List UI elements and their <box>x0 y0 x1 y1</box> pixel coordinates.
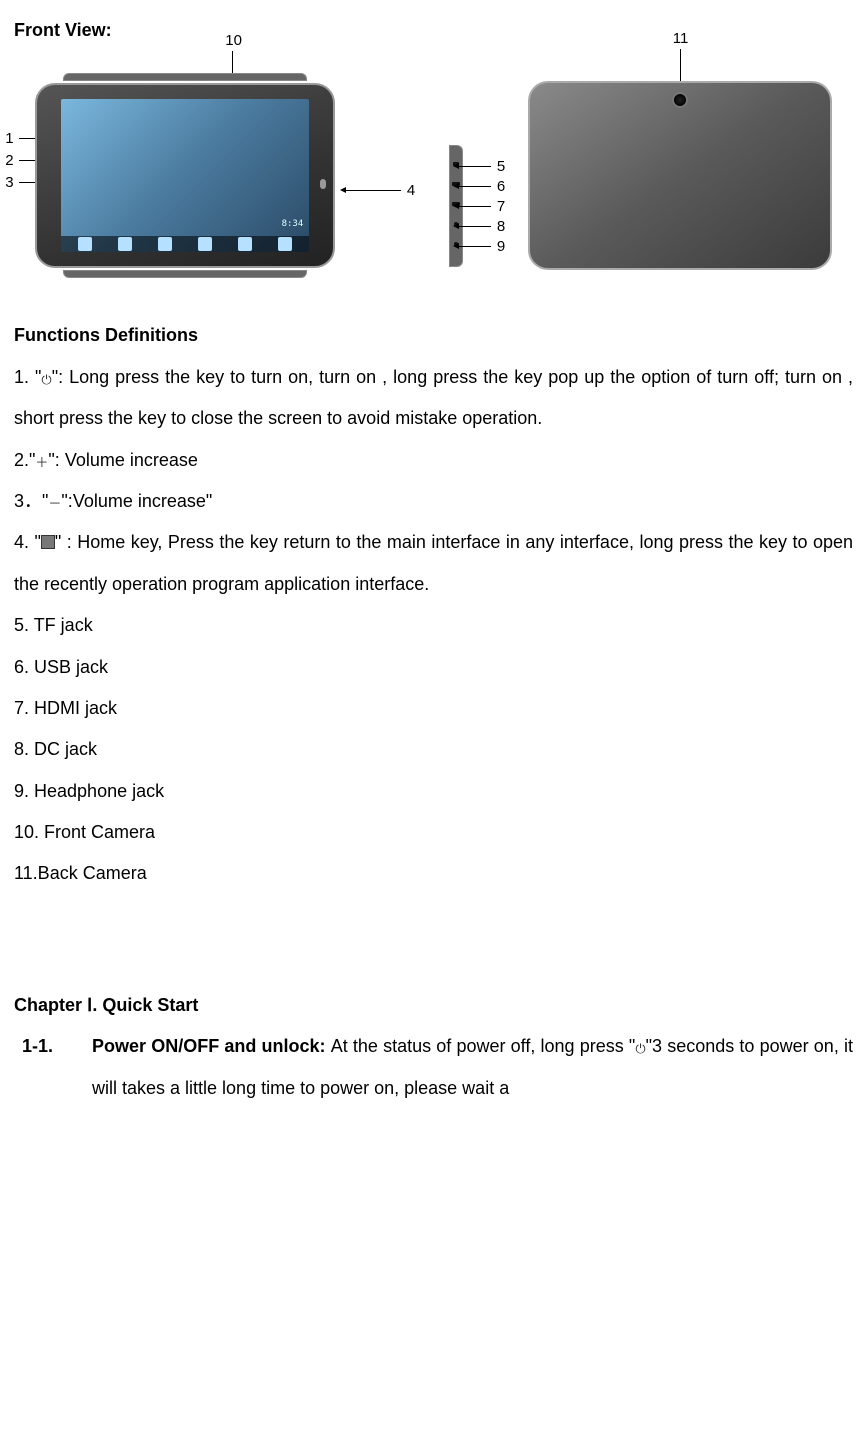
section-1-1: 1-1. Power ON/OFF and unlock: At the sta… <box>14 1026 853 1109</box>
function-item-7: 7. HDMI jack <box>14 688 853 729</box>
functions-heading: Functions Definitions <box>14 315 853 356</box>
dock-bar <box>61 236 309 252</box>
function-item-6: 6. USB jack <box>14 647 853 688</box>
bottom-edge <box>63 270 307 278</box>
tablet-front-view: 10 1 2 3 4 5 6 7 8 9 <box>35 83 335 268</box>
callout-1: 1 <box>5 131 13 146</box>
chapter-heading: Chapter Ⅰ. Quick Start <box>14 985 853 1026</box>
power-icon: ⏻ <box>635 1034 645 1064</box>
screen-clock: 8:34 <box>282 214 304 235</box>
dock-icon <box>78 237 92 251</box>
tablet-back-view: 11 <box>528 81 832 270</box>
callout-3: 3 <box>5 175 13 190</box>
side-button-icon <box>320 179 326 189</box>
dock-icon <box>238 237 252 251</box>
top-edge <box>63 73 307 81</box>
callout-10: 10 <box>225 33 242 48</box>
section-lead: Power ON/OFF and unlock: <box>92 1036 331 1056</box>
callout-2: 2 <box>5 153 13 168</box>
section-number: 1-1. <box>14 1026 92 1109</box>
section-body: Power ON/OFF and unlock: At the status o… <box>92 1026 853 1109</box>
back-camera-lens-icon <box>672 92 688 108</box>
function-item-8: 8. DC jack <box>14 729 853 770</box>
minus-icon: － <box>48 489 61 519</box>
callout-8: 8 <box>497 219 505 234</box>
dock-icon <box>278 237 292 251</box>
callout-4: 4 <box>407 183 415 198</box>
dock-icon <box>198 237 212 251</box>
callout-11: 11 <box>673 31 689 46</box>
tablet-diagram: 10 1 2 3 4 5 6 7 8 9 <box>14 81 853 270</box>
dock-icon <box>118 237 132 251</box>
power-icon: ⏻ <box>41 365 51 395</box>
callout-7: 7 <box>497 199 505 214</box>
function-item-10: 10. Front Camera <box>14 812 853 853</box>
function-item-5: 5. TF jack <box>14 605 853 646</box>
tablet-screen: 8:34 <box>61 99 309 252</box>
callout-5: 5 <box>497 159 505 174</box>
callout-6: 6 <box>497 179 505 194</box>
dock-icon <box>158 237 172 251</box>
function-item-1: 1. "⏻": Long press the key to turn on, t… <box>14 357 853 440</box>
callout-9: 9 <box>497 239 505 254</box>
function-item-11: 11.Back Camera <box>14 853 853 894</box>
plus-icon: ＋ <box>35 448 48 478</box>
home-icon <box>41 535 55 549</box>
function-item-3: 3．"－":Volume increase" <box>14 481 853 522</box>
function-item-4: 4. "" : Home key, Press the key return t… <box>14 522 853 605</box>
function-item-2: 2."＋": Volume increase <box>14 440 853 481</box>
tablet-back-body <box>528 81 832 270</box>
tablet-front-body: 8:34 <box>35 83 335 268</box>
page-title: Front View: <box>14 10 853 51</box>
function-item-9: 9. Headphone jack <box>14 771 853 812</box>
